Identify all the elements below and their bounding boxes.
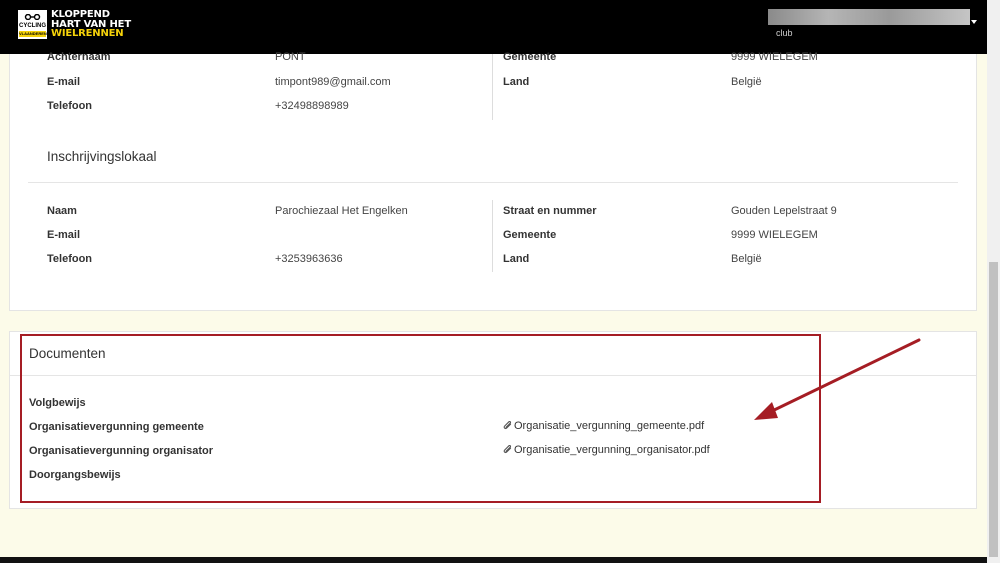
footer-strip (0, 557, 987, 563)
logo-badge-text: CYCLING (19, 23, 46, 29)
lokaal-value: Gouden Lepelstraat 9 (731, 205, 837, 217)
page-scrollbar[interactable] (987, 0, 1000, 563)
lokaal-label: E-mail (47, 229, 81, 241)
lokaal-label: Straat en nummer (503, 205, 597, 217)
column-divider (492, 54, 493, 120)
lokaal-value: Parochiezaal Het Engelken (275, 205, 408, 217)
user-role-label: club (776, 28, 793, 38)
organisator-label: E-mail (47, 76, 81, 88)
logo-text: KLOPPEND HART VAN HET WIELRENNEN (51, 10, 131, 39)
highlight-box (20, 334, 821, 503)
glasses-icon (24, 14, 41, 20)
lokaal-label: Gemeente (503, 229, 557, 241)
cycling-vlaanderen-logo[interactable]: CYCLING VLAANDEREN KLOPPEND HART VAN HET… (18, 10, 131, 39)
scrollbar-thumb[interactable] (989, 262, 998, 557)
organisator-value: 9999 WIELEGEM (731, 51, 818, 63)
organisator-label: Telefoon (47, 100, 93, 112)
user-menu-caret-icon[interactable] (971, 20, 977, 24)
logo-line-3: WIELRENNEN (51, 28, 124, 39)
column-divider (492, 200, 493, 272)
organisator-label: Land (503, 76, 530, 88)
user-menu-blurred[interactable] (768, 9, 970, 25)
logo-badge: CYCLING VLAANDEREN (18, 10, 47, 39)
top-navbar: CYCLING VLAANDEREN KLOPPEND HART VAN HET… (0, 0, 987, 54)
lokaal-label: Land (503, 253, 530, 265)
lokaal-label: Naam (47, 205, 77, 217)
lokaal-value: België (731, 253, 762, 265)
organisator-label: Achternaam (47, 51, 111, 63)
organisator-label: Gemeente (503, 51, 557, 63)
organisator-value: België (731, 76, 762, 88)
organisator-value: PONT (275, 51, 306, 63)
lokaal-label: Telefoon (47, 253, 93, 265)
section-divider (28, 182, 958, 183)
logo-badge-sub: VLAANDEREN (19, 31, 47, 37)
lokaal-value: 9999 WIELEGEM (731, 229, 818, 241)
organisator-value: timpont989@gmail.com (275, 76, 391, 88)
organisator-value: +32498898989 (275, 100, 349, 112)
lokaal-value: +3253963636 (275, 253, 343, 265)
lokaal-section-title: Inschrijvingslokaal (47, 149, 157, 164)
